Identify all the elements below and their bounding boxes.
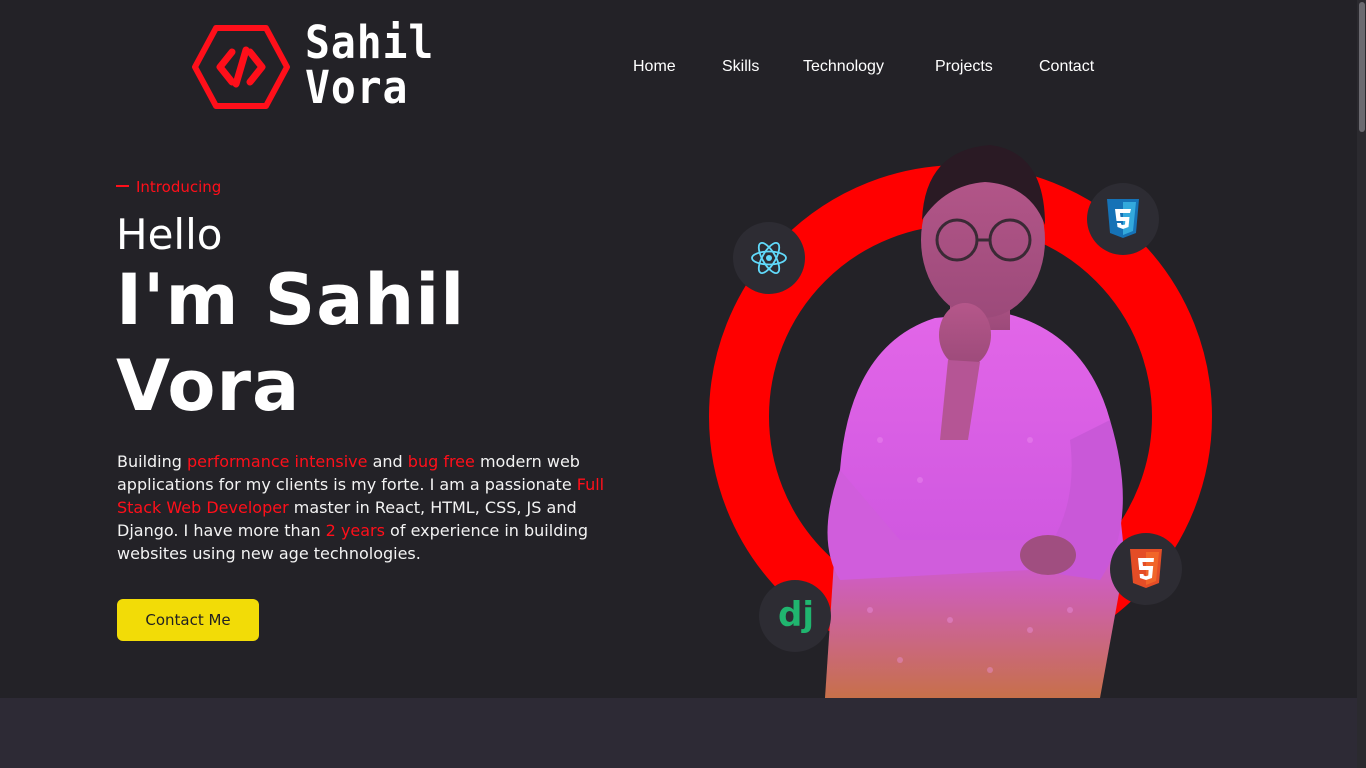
name-line-2: Vora — [116, 345, 301, 427]
nav-contact[interactable]: Contact — [1039, 58, 1094, 76]
hero-description: Building performance intensive and bug f… — [117, 450, 617, 565]
hello-heading: Hello — [116, 210, 223, 259]
scrollbar-thumb[interactable] — [1359, 2, 1365, 132]
page-scrollbar[interactable] — [1357, 0, 1366, 768]
svg-text:dj: dj — [778, 595, 814, 635]
name-line-1: I'm Sahil — [116, 259, 466, 341]
react-badge — [733, 222, 805, 294]
html5-badge — [1110, 533, 1182, 605]
react-icon — [751, 242, 787, 274]
hero-portrait: dj — [700, 140, 1220, 700]
django-icon: dj — [778, 595, 814, 635]
hexagon-code-icon — [192, 25, 290, 109]
logo-text: Sahil Vora — [305, 20, 434, 110]
nav-home[interactable]: Home — [633, 58, 676, 76]
description-highlight: bug free — [407, 452, 475, 471]
nav-projects[interactable]: Projects — [935, 58, 993, 76]
nav-technology[interactable]: Technology — [803, 58, 884, 76]
next-section-band — [0, 698, 1357, 768]
description-highlight: performance intensive — [187, 452, 368, 471]
description-text: Building — [117, 452, 187, 471]
contact-me-button[interactable]: Contact Me — [117, 599, 259, 641]
html5-icon — [1130, 549, 1162, 588]
logo-last-name: Vora — [305, 61, 409, 114]
logo-first-name: Sahil — [305, 16, 435, 69]
intro-label: Introducing — [136, 178, 222, 196]
intro-dash — [116, 185, 129, 187]
description-highlight: 2 years — [325, 521, 385, 540]
name-heading: I'm Sahil Vora — [116, 257, 536, 429]
description-text: and — [367, 452, 408, 471]
css3-icon — [1107, 199, 1139, 238]
django-badge: dj — [759, 580, 831, 652]
css3-badge — [1087, 183, 1159, 255]
nav-skills[interactable]: Skills — [722, 58, 759, 76]
site-logo[interactable]: Sahil Vora — [192, 20, 433, 114]
